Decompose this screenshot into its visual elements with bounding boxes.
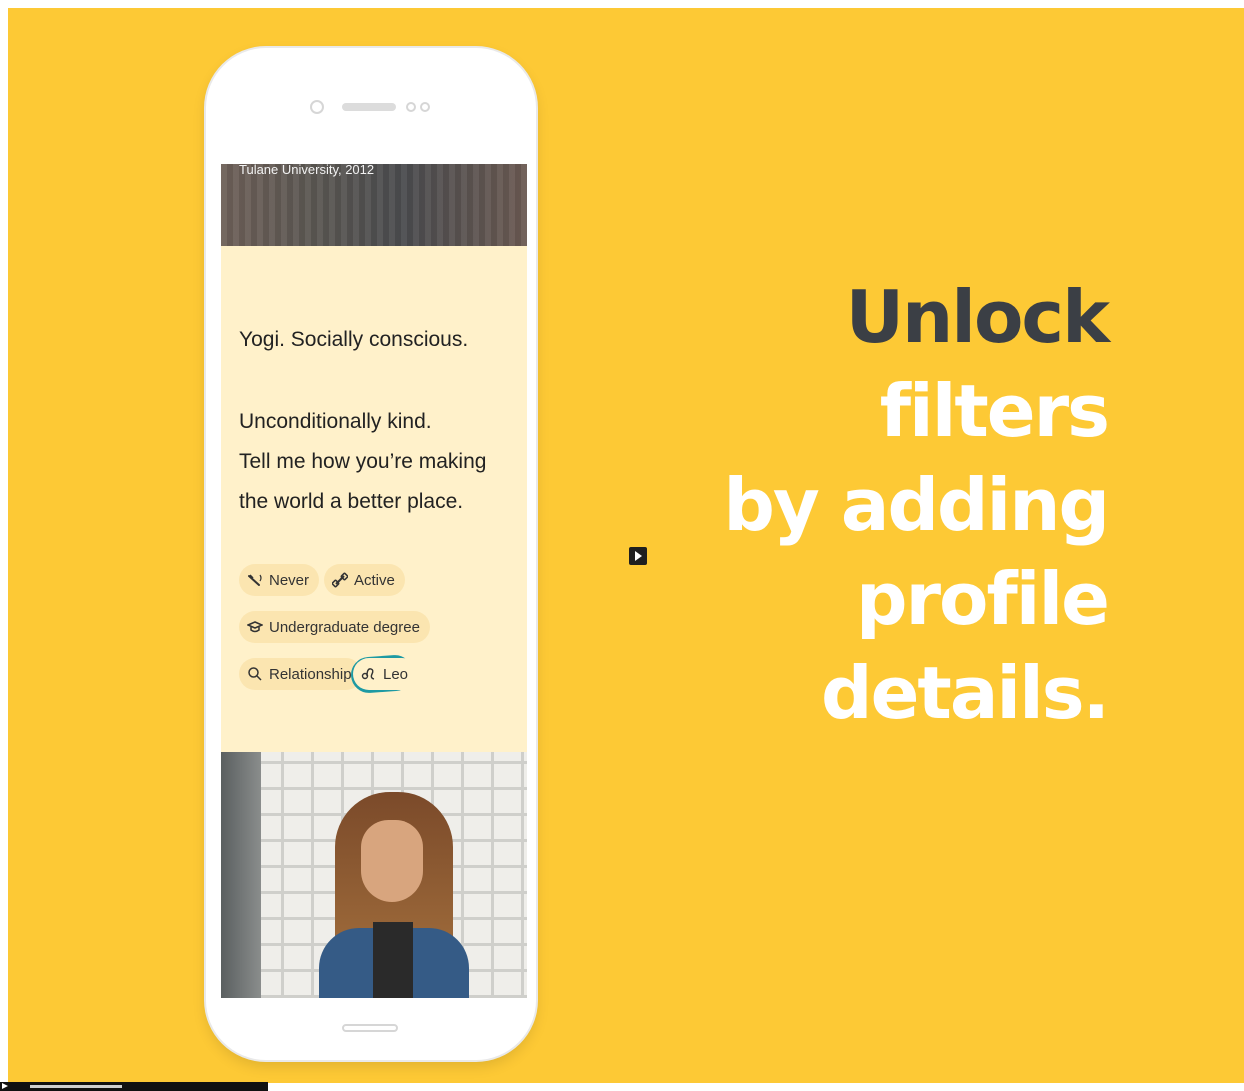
chip-label: Undergraduate degree xyxy=(269,618,420,636)
front-camera-icon xyxy=(310,100,324,114)
headline-line: by adding xyxy=(723,463,1110,547)
bio-line: Tell me how you’re making xyxy=(239,450,487,473)
headline-line: filters xyxy=(879,369,1110,453)
chip-zodiac[interactable]: Leo xyxy=(353,658,419,690)
bio-headline: Yogi. Socially conscious. xyxy=(239,328,469,351)
chip-education[interactable]: Undergraduate degree xyxy=(239,611,430,643)
photo-person-face xyxy=(361,820,423,902)
slide-canvas: Tulane University, 2012 Yogi. Socially c… xyxy=(8,8,1244,1083)
headline-line: Unlock xyxy=(845,275,1110,359)
dumbbell-icon xyxy=(332,572,348,588)
sensor-icon xyxy=(420,102,430,112)
zodiac-icon xyxy=(361,668,375,680)
headline-line: profile xyxy=(855,557,1110,641)
chip-label: Leo xyxy=(383,665,409,683)
graduation-cap-icon xyxy=(247,621,263,633)
chip-exercise[interactable]: Active xyxy=(324,564,405,596)
profile-photo xyxy=(221,752,527,998)
player-play-icon[interactable] xyxy=(2,1083,8,1089)
profile-screen: Tulane University, 2012 Yogi. Socially c… xyxy=(221,164,527,998)
chip-looking-for[interactable]: Relationship xyxy=(239,658,362,690)
photo-person-shirt xyxy=(373,922,413,998)
chip-smoking[interactable]: Never xyxy=(239,564,320,596)
play-icon[interactable] xyxy=(629,547,647,565)
phone-mockup: Tulane University, 2012 Yogi. Socially c… xyxy=(206,48,536,1060)
headline-line: details. xyxy=(821,651,1110,735)
sensor-icon xyxy=(406,102,416,112)
education-text: Tulane University, 2012 xyxy=(239,164,375,177)
promo-headline: Unlock filters by adding profile details… xyxy=(708,270,1110,740)
speaker-grille xyxy=(342,103,396,111)
chip-label: Never xyxy=(269,571,310,589)
bio-body: Unconditionally kind. Tell me how you’re… xyxy=(239,402,519,522)
bio-line: the world a better place. xyxy=(239,490,464,513)
magnifier-icon xyxy=(248,667,262,681)
progress-bar[interactable] xyxy=(30,1085,122,1088)
chip-label: Active xyxy=(354,571,395,589)
photo-door-frame xyxy=(221,752,261,998)
video-player-bar[interactable] xyxy=(0,1082,268,1091)
home-button xyxy=(342,1024,398,1032)
chip-label: Relationship xyxy=(269,665,352,683)
smoking-icon xyxy=(248,574,262,586)
bio-line: Unconditionally kind. xyxy=(239,410,432,433)
